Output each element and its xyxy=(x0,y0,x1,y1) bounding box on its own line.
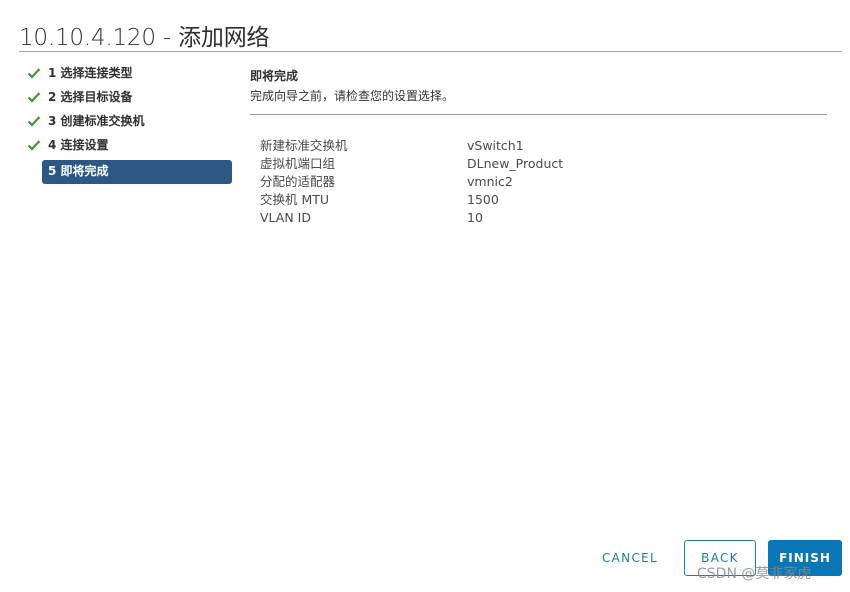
step-4[interactable]: 4 连接设置 xyxy=(27,136,232,160)
step-label: 4 连接设置 xyxy=(48,138,109,152)
row-key: 交换机 MTU xyxy=(260,192,330,207)
step-label: 5 即将完成 xyxy=(48,164,109,178)
section-divider xyxy=(250,114,827,115)
title-divider xyxy=(19,51,842,52)
wizard-steps: 1 选择连接类型 2 选择目标设备 3 创建标准交换机 4 连接设置 5 即将完… xyxy=(27,64,232,184)
summary-row: 分配的适配器 vmnic2 xyxy=(260,173,660,191)
row-value: vSwitch1 xyxy=(467,138,524,153)
section-description: 完成向导之前，请检查您的设置选择。 xyxy=(250,89,455,103)
summary-row: 新建标准交换机 vSwitch1 xyxy=(260,137,660,155)
summary-row: 虚拟机端口组 DLnew_Product xyxy=(260,155,660,173)
summary-table: 新建标准交换机 vSwitch1 虚拟机端口组 DLnew_Product 分配… xyxy=(260,137,660,227)
summary-row: VLAN ID 10 xyxy=(260,209,660,227)
step-2[interactable]: 2 选择目标设备 xyxy=(27,88,232,112)
checkmark-icon xyxy=(27,92,41,103)
window-title: 10.10.4.120 - 添加网络 xyxy=(19,25,270,51)
row-value: 10 xyxy=(467,210,483,225)
section-title: 即将完成 xyxy=(250,69,299,83)
row-value: DLnew_Product xyxy=(467,156,564,171)
cancel-button[interactable]: CANCEL xyxy=(592,540,668,576)
checkmark-icon xyxy=(27,116,41,127)
row-value: 1500 xyxy=(467,192,499,207)
summary-row: 交换机 MTU 1500 xyxy=(260,191,660,209)
checkmark-icon xyxy=(27,68,41,79)
step-1[interactable]: 1 选择连接类型 xyxy=(27,64,232,88)
row-key: VLAN ID xyxy=(260,210,311,225)
row-key: 虚拟机端口组 xyxy=(260,156,336,171)
row-key: 新建标准交换机 xyxy=(260,138,348,153)
step-label: 1 选择连接类型 xyxy=(48,66,133,80)
step-label: 2 选择目标设备 xyxy=(48,90,133,104)
step-3[interactable]: 3 创建标准交换机 xyxy=(27,112,232,136)
step-5-active[interactable]: 5 即将完成 xyxy=(42,160,232,184)
watermark: CSDN @莫非家虎 xyxy=(697,566,812,582)
step-label: 3 创建标准交换机 xyxy=(48,114,145,128)
summary-panel: 即将完成 完成向导之前，请检查您的设置选择。 新建标准交换机 vSwitch1 … xyxy=(250,67,827,225)
row-value: vmnic2 xyxy=(467,174,513,189)
row-key: 分配的适配器 xyxy=(260,174,336,189)
checkmark-icon xyxy=(27,140,41,151)
